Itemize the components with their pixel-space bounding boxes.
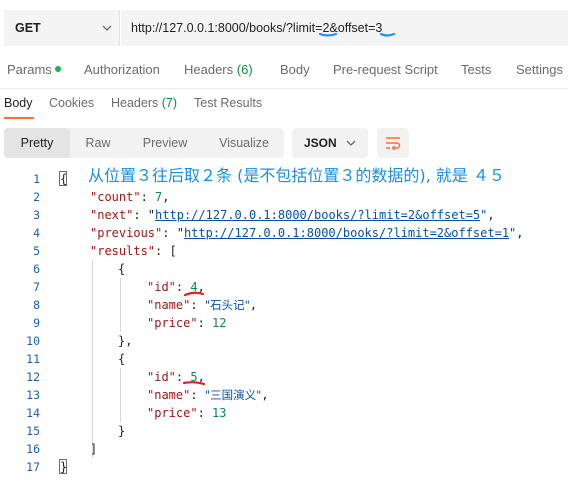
url-middle: &offset= bbox=[329, 21, 376, 35]
request-bar: GET http://127.0.0.1:8000/books/?limit= 2… bbox=[0, 10, 568, 46]
json-key: "previous" bbox=[90, 226, 163, 240]
code-line: }, bbox=[118, 334, 133, 348]
line-number: 4 bbox=[33, 226, 40, 240]
line-number: 17 bbox=[26, 460, 40, 474]
line-number: 3 bbox=[33, 208, 40, 222]
line-number: 10 bbox=[26, 334, 40, 348]
method-label: GET bbox=[15, 21, 41, 35]
line-number: 5 bbox=[33, 244, 40, 258]
method-select[interactable]: GET bbox=[4, 10, 120, 46]
code-line: "count": 7, bbox=[90, 190, 170, 204]
preview-button[interactable]: Preview bbox=[126, 128, 204, 158]
json-key: "name" bbox=[147, 388, 191, 402]
json-key: "price" bbox=[147, 316, 198, 330]
pretty-button[interactable]: Pretty bbox=[4, 128, 70, 158]
url-offset-value: 3 bbox=[375, 21, 383, 35]
code-line: "id": 5, bbox=[147, 370, 205, 384]
params-active-dot-icon bbox=[54, 66, 61, 72]
tab-test-results[interactable]: Test Results bbox=[194, 96, 262, 110]
active-tab-underline bbox=[4, 117, 34, 119]
tab-response-headers[interactable]: Headers (7) bbox=[111, 96, 177, 110]
line-number: 11 bbox=[26, 352, 40, 366]
line-number: 1 bbox=[33, 172, 40, 186]
tab-response-body[interactable]: Body bbox=[4, 96, 33, 110]
tab-authorization[interactable]: Authorization bbox=[84, 62, 160, 77]
raw-button[interactable]: Raw bbox=[70, 128, 126, 158]
json-key: "id" bbox=[147, 280, 176, 294]
json-number: 12 bbox=[212, 316, 227, 330]
code-line: ] bbox=[90, 442, 98, 456]
line-number: 2 bbox=[33, 190, 40, 204]
line-number: 8 bbox=[33, 298, 40, 312]
code-line: "id": 4, bbox=[147, 280, 205, 294]
url-limit-value: 2 bbox=[322, 21, 330, 35]
line-number: 14 bbox=[26, 406, 40, 420]
view-mode-segment: Pretty Raw Preview Visualize bbox=[4, 128, 284, 158]
tab-settings[interactable]: Settings bbox=[516, 62, 563, 77]
json-key: "id" bbox=[147, 370, 176, 384]
next-url-link[interactable]: http://127.0.0.1:8000/books/?limit=2&off… bbox=[155, 208, 480, 222]
format-label: JSON bbox=[304, 136, 337, 150]
code-line: } bbox=[118, 424, 126, 438]
format-select[interactable]: JSON bbox=[292, 128, 368, 158]
tab-headers-label: Headers bbox=[184, 62, 234, 77]
divider bbox=[0, 88, 568, 89]
code-line: { bbox=[118, 352, 126, 366]
tab-headers-count: (6) bbox=[236, 62, 253, 77]
code-line: "next": "http://127.0.0.1:8000/books/?li… bbox=[90, 208, 495, 222]
json-key: "next" bbox=[90, 208, 134, 222]
tab-params-label: Params bbox=[7, 62, 52, 77]
annotation-note: 从位置３往后取２条 (是不包括位置３的数据的), 就是 ４５ bbox=[88, 166, 505, 185]
code-line: "price": 13 bbox=[147, 406, 227, 420]
tab-headers[interactable]: Headers (6) bbox=[184, 62, 253, 77]
json-string: "三国演义" bbox=[204, 388, 262, 402]
code-line: "name": "石头记", bbox=[147, 298, 258, 312]
code-line: { bbox=[118, 262, 126, 276]
wrap-lines-button[interactable] bbox=[377, 128, 409, 158]
json-number: 4 bbox=[190, 280, 198, 294]
tab-response-headers-count: (7) bbox=[161, 96, 178, 110]
bracket-match-highlight bbox=[59, 171, 67, 186]
tab-tests[interactable]: Tests bbox=[461, 62, 491, 77]
tab-response-headers-label: Headers bbox=[111, 96, 159, 110]
code-line: "name": "三国演义", bbox=[147, 388, 269, 402]
tab-body[interactable]: Body bbox=[280, 62, 310, 77]
tab-params[interactable]: Params bbox=[7, 62, 61, 77]
chevron-down-icon bbox=[346, 140, 356, 146]
tab-cookies[interactable]: Cookies bbox=[49, 96, 94, 110]
bracket-match-highlight bbox=[59, 459, 67, 474]
line-number: 9 bbox=[33, 316, 40, 330]
json-key: "count" bbox=[90, 190, 141, 204]
wrap-lines-icon bbox=[386, 137, 401, 150]
code-line: "price": 12 bbox=[147, 316, 227, 330]
code-line: "results": [ bbox=[90, 244, 177, 258]
json-number: 13 bbox=[212, 406, 227, 420]
line-number: 12 bbox=[26, 370, 40, 384]
json-number: 5 bbox=[190, 370, 198, 384]
json-key: "results" bbox=[90, 244, 156, 258]
line-number: 15 bbox=[26, 424, 40, 438]
json-string: "石头记" bbox=[204, 298, 250, 312]
url-input[interactable]: http://127.0.0.1:8000/books/?limit= 2 &off… bbox=[121, 10, 568, 46]
code-line: "previous": "http://127.0.0.1:8000/books… bbox=[90, 226, 524, 240]
line-number: 13 bbox=[26, 388, 40, 402]
response-body-code[interactable]: 1 { 2 "count": 7, 3 "next": "http://127.0.0… bbox=[0, 170, 568, 476]
json-key: "name" bbox=[147, 298, 191, 312]
line-number: 16 bbox=[26, 442, 40, 456]
line-number: 7 bbox=[33, 280, 40, 294]
chevron-down-icon bbox=[102, 25, 112, 31]
json-key: "price" bbox=[147, 406, 198, 420]
visualize-button[interactable]: Visualize bbox=[204, 128, 284, 158]
previous-url-link[interactable]: http://127.0.0.1:8000/books/?limit=2&off… bbox=[184, 226, 509, 240]
line-number: 6 bbox=[33, 262, 40, 276]
url-prefix: http://127.0.0.1:8000/books/?limit= bbox=[131, 21, 323, 35]
tab-pre-request-script[interactable]: Pre-request Script bbox=[333, 62, 438, 77]
